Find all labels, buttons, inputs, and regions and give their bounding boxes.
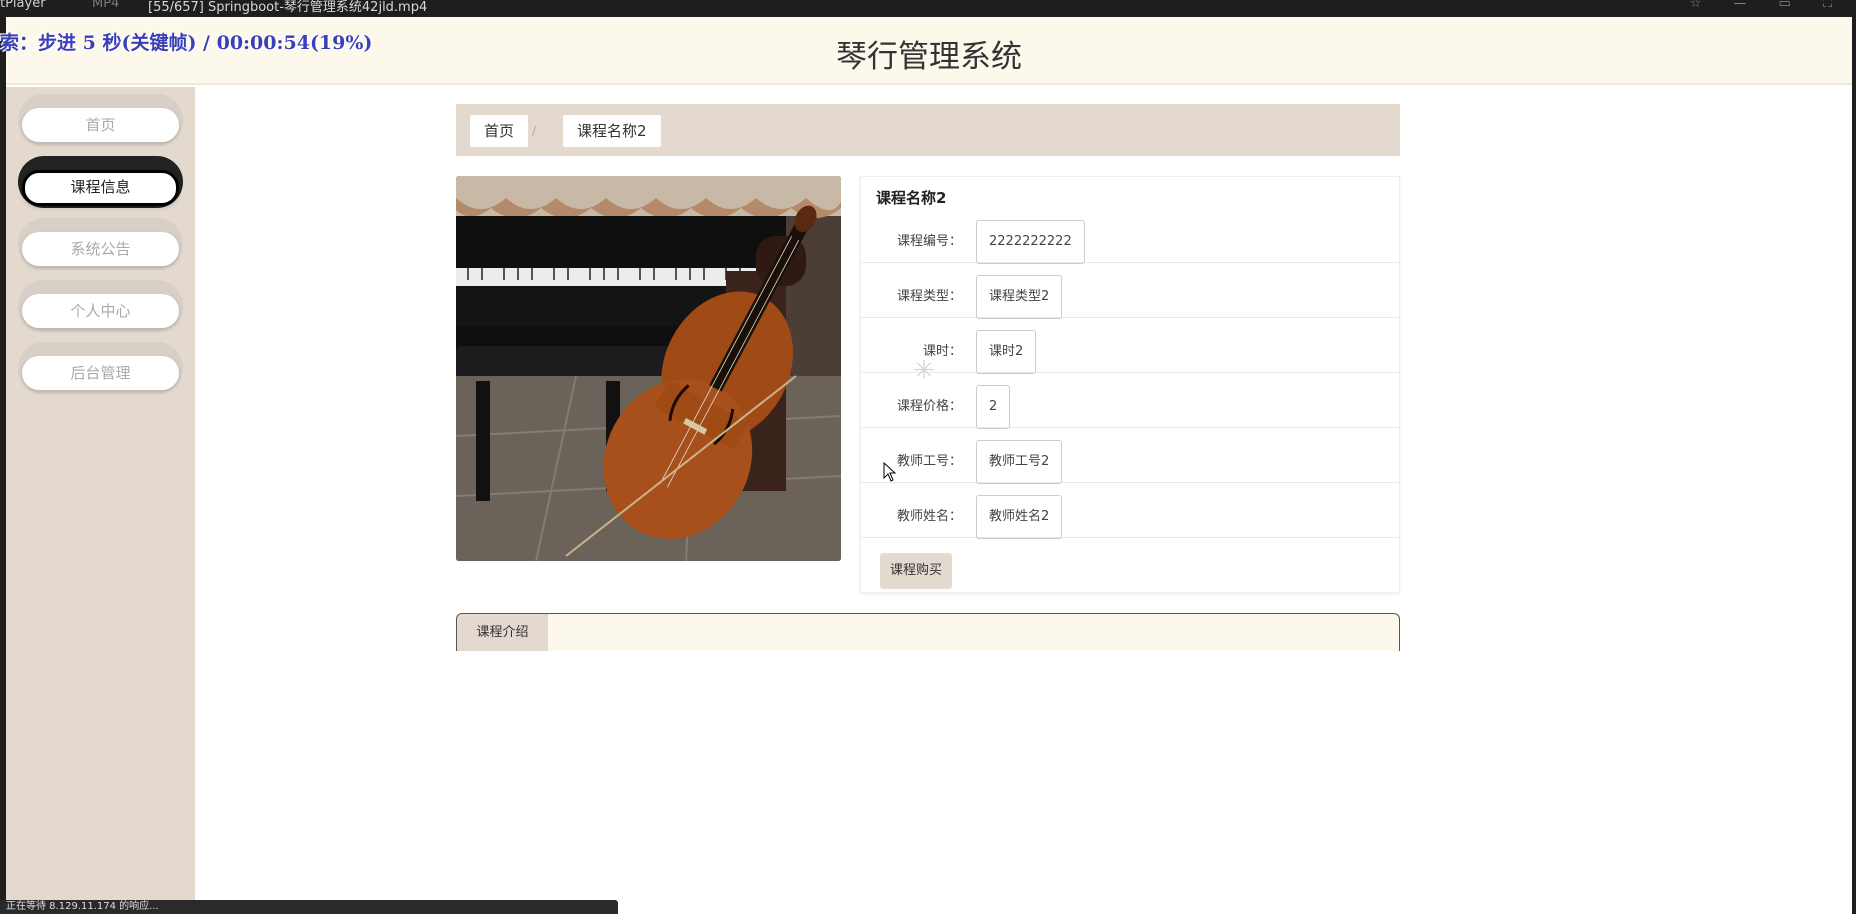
- course-image: [456, 176, 841, 561]
- course-intro-section: 课程介绍: [456, 613, 1400, 651]
- field-value-hours: 课时2: [976, 330, 1037, 374]
- breadcrumb-current: 课程名称2: [563, 115, 661, 147]
- buy-course-button[interactable]: 课程购买: [880, 553, 952, 589]
- course-field-row: 课程价格： 2: [861, 373, 1399, 429]
- breadcrumb-home-link[interactable]: 首页: [470, 115, 529, 147]
- sidebar-item-admin[interactable]: 后台管理: [18, 342, 183, 394]
- player-tab-format[interactable]: MP4: [92, 0, 119, 11]
- sidebar-item-label[interactable]: 首页: [22, 108, 179, 142]
- player-tab-name[interactable]: tPlayer: [0, 0, 46, 11]
- cello-piano-photo: [456, 176, 841, 561]
- course-details-panel: 课程名称2 课程编号： 2222222222 课程类型： 课程类型2 课时： 课…: [860, 176, 1400, 593]
- tab-course-intro[interactable]: 课程介绍: [457, 614, 548, 651]
- sidebar-item-personal-center[interactable]: 个人中心: [18, 280, 183, 332]
- player-file-title: [55/657] Springboot-琴行管理系统42jld.mp4: [148, 0, 428, 15]
- player-title-bar: tPlayer MP4 [55/657] Springboot-琴行管理系统42…: [0, 0, 1856, 17]
- course-field-row: 课程类型： 课程类型2: [861, 263, 1399, 319]
- player-seek-overlay: 索：步进 5 秒(关键帧) / 00:00:54(19%): [0, 32, 373, 54]
- field-label-course-id: 课程编号：: [896, 234, 962, 249]
- field-value-course-type: 课程类型2: [976, 275, 1063, 319]
- loading-spinner-icon: ✳: [913, 356, 935, 386]
- field-label-teacher-name: 教师姓名：: [896, 509, 962, 524]
- course-name: 课程名称2: [876, 189, 947, 207]
- sidebar-item-home[interactable]: 首页: [18, 94, 183, 146]
- sidebar: 首页 课程信息 系统公告 个人中心 后台管理: [6, 87, 195, 914]
- sidebar-item-label[interactable]: 后台管理: [22, 356, 179, 390]
- mouse-cursor-icon: [883, 462, 897, 482]
- course-field-row: 教师姓名： 教师姓名2: [861, 483, 1399, 539]
- breadcrumb: 首页 / 课程名称2: [456, 104, 1400, 156]
- course-field-row: 教师工号： 教师工号2: [861, 428, 1399, 484]
- field-value-price: 2: [976, 385, 1011, 429]
- browser-status-bar: 正在等待 8.129.11.174 的响应...: [0, 900, 618, 914]
- window-controls[interactable]: ☆ — ▭ ⛶: [1690, 0, 1846, 11]
- sidebar-item-announcements[interactable]: 系统公告: [18, 218, 183, 270]
- breadcrumb-separator: /: [532, 124, 537, 138]
- field-label-course-type: 课程类型：: [896, 289, 962, 304]
- field-label-teacher-id: 教师工号：: [896, 454, 962, 469]
- sidebar-item-label[interactable]: 个人中心: [22, 294, 179, 328]
- sidebar-item-label[interactable]: 课程信息: [22, 170, 179, 206]
- field-label-price: 课程价格：: [896, 399, 962, 414]
- field-value-course-id: 2222222222: [976, 220, 1085, 264]
- course-field-row: 课程编号： 2222222222: [861, 208, 1399, 264]
- field-value-teacher-id: 教师工号2: [976, 440, 1063, 484]
- field-value-teacher-name: 教师姓名2: [976, 495, 1063, 539]
- course-field-row: 课时： 课时2: [861, 318, 1399, 374]
- sidebar-item-course-info[interactable]: 课程信息: [18, 156, 183, 208]
- right-border: [1852, 17, 1856, 914]
- sidebar-item-label[interactable]: 系统公告: [22, 232, 179, 266]
